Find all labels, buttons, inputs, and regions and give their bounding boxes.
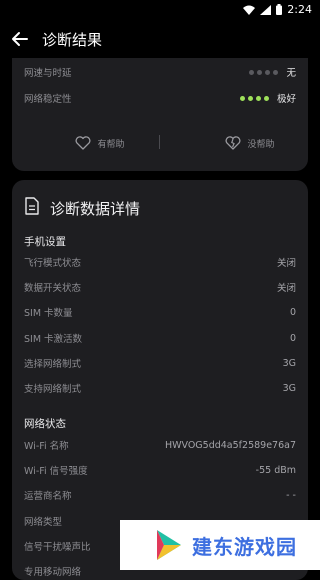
feedback-divider: [159, 135, 160, 149]
row-label: Wi-Fi 信号强度: [24, 466, 88, 477]
detail-row: 飞行模式状态 关闭: [24, 252, 296, 272]
row-value: 极好: [276, 94, 296, 105]
row-value: 3G: [282, 382, 296, 394]
app-header: 诊断结果: [0, 20, 320, 58]
detail-row: Wi-Fi 信号强度 -55 dBm: [24, 460, 296, 480]
heart-icon: [76, 136, 91, 150]
row-value: 3G: [282, 357, 296, 369]
stability-rating-dots: [239, 95, 269, 101]
helpful-button[interactable]: 有帮助: [40, 128, 160, 158]
not-helpful-button[interactable]: 没帮助: [190, 128, 308, 158]
status-bar: 2:24: [0, 0, 320, 20]
detail-row: 选择网络制式 3G: [24, 353, 296, 373]
detail-row: 数据开关状态 关闭: [24, 277, 296, 297]
watermark-text: 建东游戏园: [192, 534, 297, 559]
back-button[interactable]: [8, 27, 32, 51]
quality-row-speed: 网速与时延 无: [24, 62, 296, 82]
status-time: 2:24: [287, 3, 312, 16]
detail-row: 支持网络制式 3G: [24, 378, 296, 398]
helpful-label: 有帮助: [97, 139, 125, 150]
row-value: HWVOG5dd4a5f2589e76a7: [164, 439, 296, 451]
row-label: SIM 卡激活数: [24, 334, 83, 345]
watermark-logo: 建东游戏园: [120, 520, 320, 570]
row-value: 0: [289, 306, 296, 318]
broken-heart-icon: [226, 136, 241, 150]
detail-row: SIM 卡数量 0: [24, 302, 296, 322]
not-helpful-label: 没帮助: [247, 139, 275, 150]
detail-row: 运营商名称 - -: [24, 485, 296, 505]
wifi-icon: [243, 5, 256, 15]
row-label: 网络稳定性: [24, 94, 72, 105]
row-label: Wi-Fi 名称: [24, 441, 69, 452]
document-icon: [25, 197, 39, 215]
row-label: 专用移动网络: [24, 567, 82, 578]
logo-icon: [157, 530, 181, 560]
quality-card: 网速与时延 无 网络稳定性 极好 有帮助 没帮助: [12, 58, 308, 171]
row-label: 运营商名称: [24, 491, 72, 502]
battery-icon: [276, 4, 283, 15]
detail-row: SIM 卡激活数 0: [24, 328, 296, 348]
row-label: 选择网络制式: [24, 359, 82, 370]
row-value: 关闭: [276, 283, 296, 294]
row-label: 网速与时延: [24, 68, 72, 79]
row-label: 网络类型: [24, 517, 63, 528]
phone-settings-title: 手机设置: [24, 236, 66, 248]
cell-signal-icon: [260, 4, 272, 15]
row-label: 数据开关状态: [24, 283, 82, 294]
speed-rating-dots: [249, 69, 279, 75]
row-value: 0: [289, 332, 296, 344]
row-value: -55 dBm: [255, 464, 296, 476]
network-status-title: 网络状态: [24, 418, 66, 430]
detail-row: Wi-Fi 名称 HWVOG5dd4a5f2589e76a7: [24, 435, 296, 455]
quality-row-stability: 网络稳定性 极好: [24, 88, 296, 108]
row-label: SIM 卡数量: [24, 308, 73, 319]
row-label: 飞行模式状态: [24, 258, 82, 269]
row-label: 支持网络制式: [24, 384, 82, 395]
page-title: 诊断结果: [42, 31, 103, 49]
row-value: 无: [286, 68, 296, 79]
row-value: 关闭: [276, 258, 296, 269]
back-arrow-icon: [12, 32, 28, 46]
details-title: 诊断数据详情: [50, 200, 141, 218]
row-label: 信号干扰噪声比: [24, 542, 91, 553]
row-value: - -: [286, 489, 296, 501]
